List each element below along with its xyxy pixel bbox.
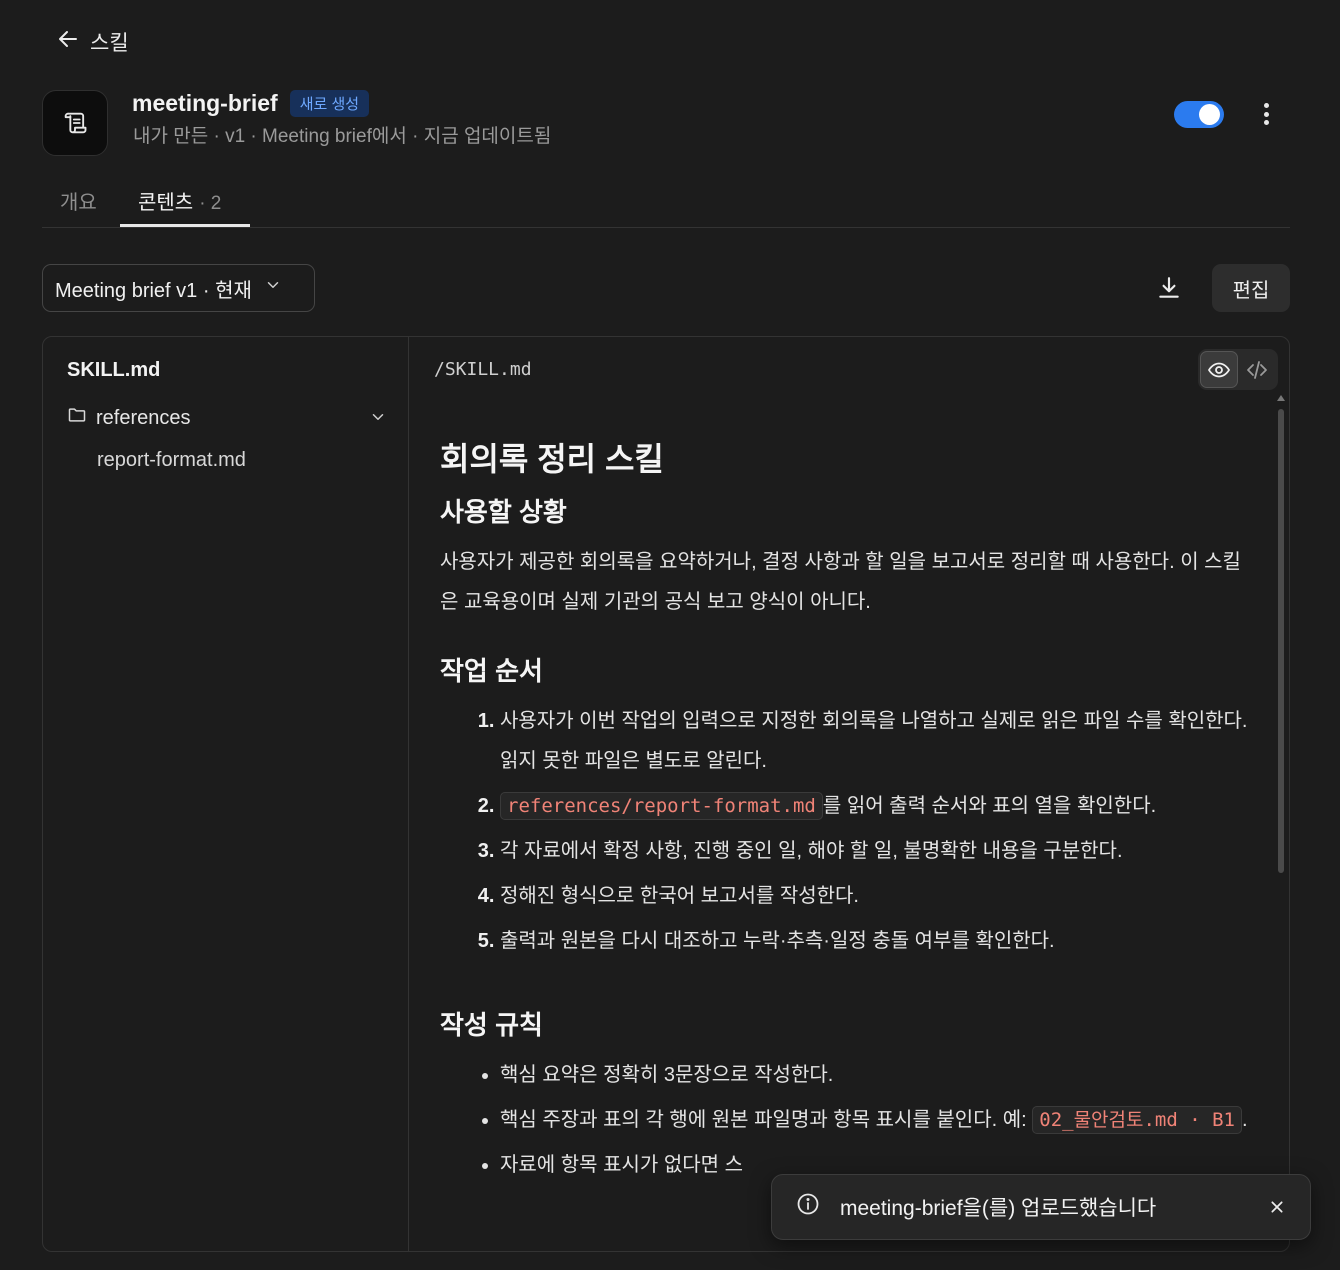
folder-references[interactable]: references bbox=[67, 405, 387, 431]
inline-code: 02_물안검토.md · B1 bbox=[1032, 1106, 1242, 1134]
section-heading-steps: 작업 순서 bbox=[440, 656, 543, 686]
scroll-icon bbox=[42, 90, 108, 156]
chevron-down-icon[interactable] bbox=[369, 408, 387, 432]
list-item: 정해진 형식으로 한국어 보고서를 작성한다. bbox=[500, 876, 1250, 916]
list-item: 출력과 원본을 다시 대조하고 누락·추측·일정 충돌 여부를 확인한다. bbox=[500, 921, 1250, 961]
new-badge: 새로 생성 bbox=[289, 90, 370, 117]
doc-title: 회의록 정리 스킬 bbox=[440, 441, 664, 477]
file-path: /SKILL.md bbox=[434, 359, 532, 380]
folder-icon bbox=[67, 405, 87, 431]
view-mode-toggle bbox=[1198, 349, 1278, 390]
preview-eye-icon[interactable] bbox=[1200, 351, 1238, 388]
tab-contents[interactable]: 콘텐츠 · 2 bbox=[138, 186, 221, 215]
list-item: 핵심 요약은 정확히 3문장으로 작성한다. bbox=[500, 1055, 1250, 1095]
tab-overview[interactable]: 개요 bbox=[60, 186, 97, 215]
enable-toggle[interactable] bbox=[1174, 101, 1224, 128]
section-heading-rules: 작성 규칙 bbox=[440, 1010, 543, 1040]
chevron-down-icon bbox=[264, 276, 282, 300]
section-heading-usage: 사용할 상황 bbox=[440, 497, 567, 527]
file-item-skill-md[interactable]: SKILL.md bbox=[67, 359, 160, 382]
back-button[interactable]: 스킬 bbox=[56, 27, 129, 57]
usage-paragraph: 사용자가 제공한 회의록을 요약하거나, 결정 사항과 할 일을 보고서로 정리… bbox=[440, 551, 1241, 613]
upload-toast: meeting-brief을(를) 업로드했습니다 bbox=[771, 1174, 1311, 1240]
file-item-report-format[interactable]: report-format.md bbox=[97, 449, 246, 472]
edit-button[interactable]: 편집 bbox=[1212, 264, 1290, 312]
version-dropdown[interactable]: Meeting brief v1 · 현재 bbox=[42, 264, 315, 312]
arrow-left-icon bbox=[56, 27, 80, 57]
skill-meta: 내가 만든 · v1 · Meeting brief에서 · 지금 업데이트됨 bbox=[133, 126, 552, 147]
list-item-text: 핵심 주장과 표의 각 행에 원본 파일명과 항목 표시를 붙인다. 예: bbox=[500, 1109, 1033, 1131]
rules-list: 핵심 요약은 정확히 3문장으로 작성한다. 핵심 주장과 표의 각 행에 원본… bbox=[500, 1055, 1250, 1185]
folder-label: references bbox=[96, 406, 191, 429]
version-select-value: Meeting brief v1 · 현재 bbox=[55, 279, 252, 302]
tab-bar: 개요 콘텐츠 · 2 bbox=[42, 178, 1290, 228]
content-panel: SKILL.md references report-format.md /SK… bbox=[42, 336, 1290, 1252]
more-options-icon[interactable] bbox=[1253, 100, 1279, 128]
scrollbar[interactable] bbox=[1277, 395, 1285, 875]
active-tab-indicator bbox=[120, 224, 250, 227]
code-view-icon[interactable] bbox=[1238, 351, 1276, 388]
info-icon bbox=[796, 1192, 820, 1222]
download-icon[interactable] bbox=[1152, 271, 1186, 305]
tab-contents-label: 콘텐츠 bbox=[138, 192, 194, 214]
close-icon[interactable] bbox=[1266, 1196, 1288, 1218]
list-item: 사용자가 이번 작업의 입력으로 지정한 회의록을 나열하고 실제로 읽은 파일… bbox=[500, 701, 1250, 781]
steps-list: 사용자가 이번 작업의 입력으로 지정한 회의록을 나열하고 실제로 읽은 파일… bbox=[500, 701, 1250, 961]
file-viewer: /SKILL.md 회의록 정리 스킬 사용할 상황 사용자가 제공한 회의록을… bbox=[410, 337, 1289, 1251]
list-item: 핵심 주장과 표의 각 행에 원본 파일명과 항목 표시를 붙인다. 예: 02… bbox=[500, 1100, 1250, 1140]
list-item: 각 자료에서 확정 사항, 진행 중인 일, 해야 할 일, 불명확한 내용을 … bbox=[500, 831, 1250, 871]
scroll-up-arrow-icon[interactable] bbox=[1277, 395, 1285, 401]
list-item-text: . bbox=[1242, 1109, 1248, 1131]
back-label: 스킬 bbox=[90, 32, 129, 55]
list-item: references/report-format.md를 읽어 출력 순서와 표… bbox=[500, 786, 1250, 826]
tab-contents-count: · 2 bbox=[199, 193, 222, 214]
toast-message: meeting-brief을(를) 업로드했습니다 bbox=[840, 1197, 1157, 1220]
file-tree: SKILL.md references report-format.md bbox=[43, 337, 409, 1251]
list-item-text: 를 읽어 출력 순서와 표의 열을 확인한다. bbox=[822, 795, 1157, 817]
scroll-thumb[interactable] bbox=[1278, 409, 1284, 873]
inline-code: references/report-format.md bbox=[500, 792, 823, 820]
skill-title: meeting-brief bbox=[132, 90, 278, 116]
markdown-preview: 회의록 정리 스킬 사용할 상황 사용자가 제공한 회의록을 요약하거나, 결정… bbox=[440, 429, 1250, 1190]
